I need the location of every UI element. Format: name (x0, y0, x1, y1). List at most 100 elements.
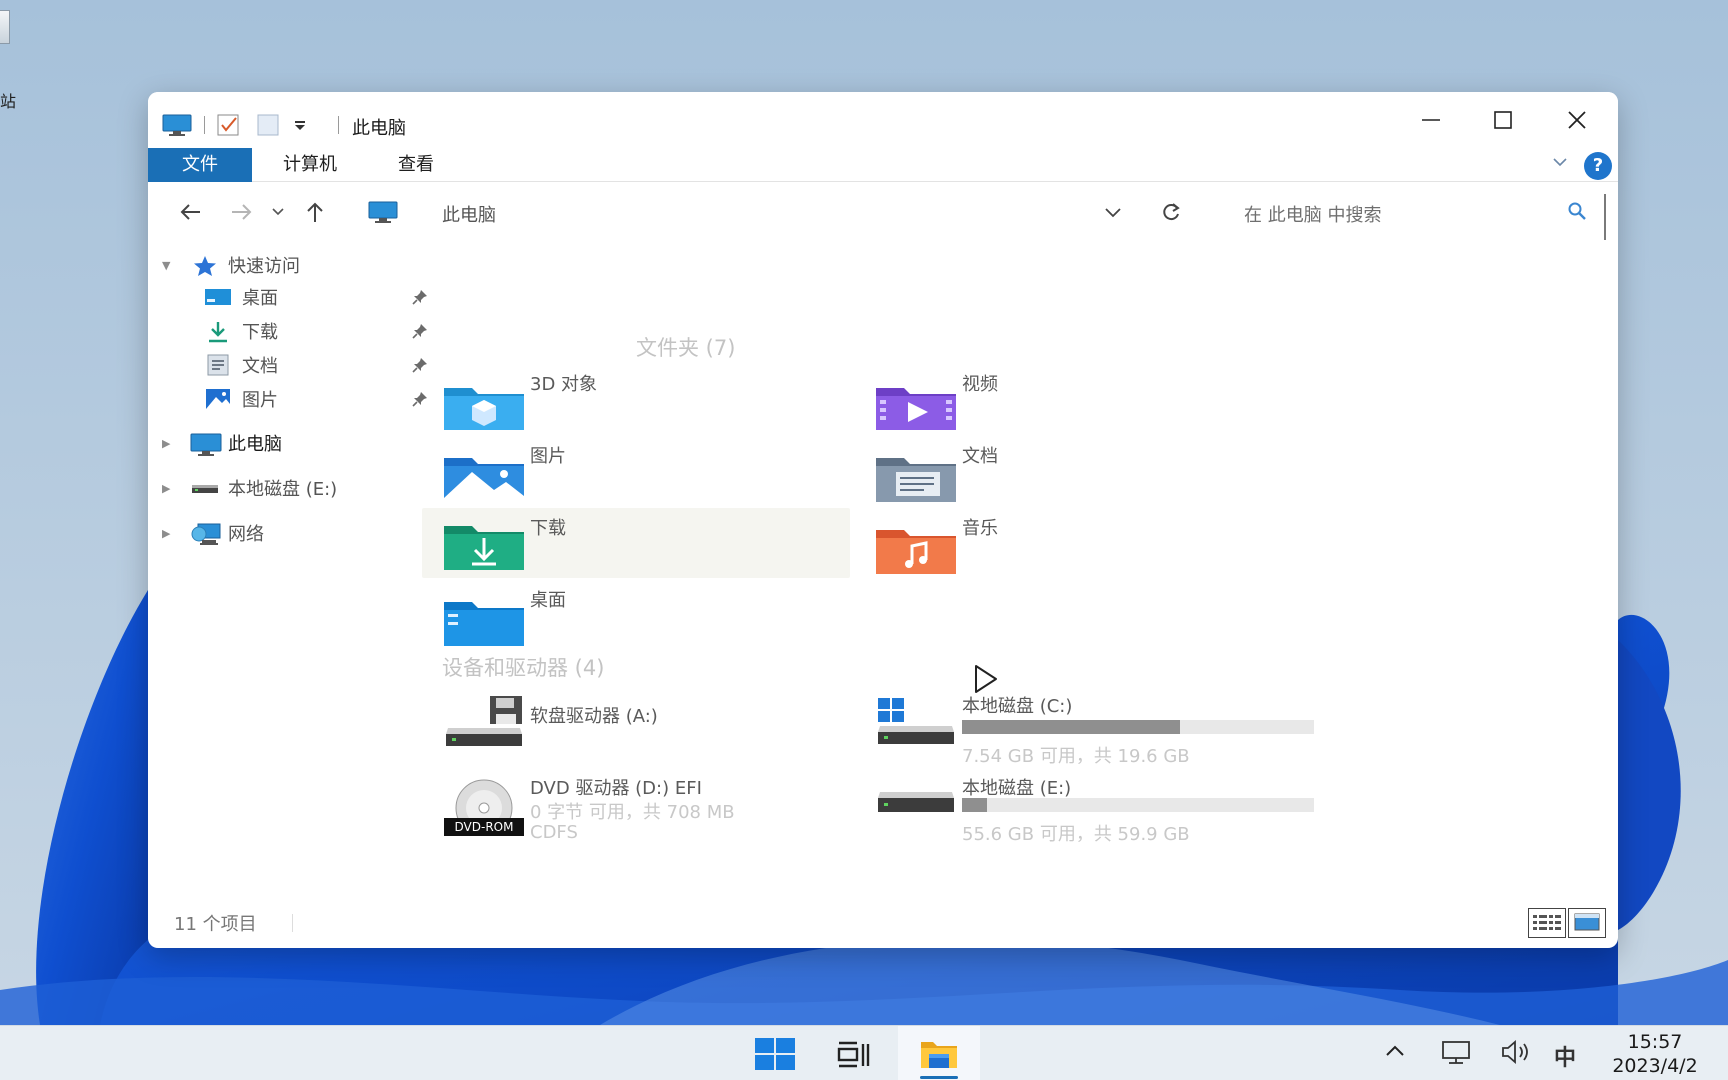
refresh-icon (1163, 203, 1180, 221)
details-view-button[interactable] (1528, 908, 1566, 938)
this-pc-app-icon (162, 112, 192, 138)
tab-computer[interactable]: 计算机 (252, 148, 368, 182)
sidebar-item-quick-access[interactable]: ▼ 快速访问 (148, 250, 448, 280)
properties-quick-button[interactable] (216, 112, 242, 138)
expand-arrow-icon[interactable]: ▶ (162, 437, 170, 450)
collapse-ribbon-button[interactable] (1552, 154, 1568, 174)
star-icon (192, 254, 220, 276)
network-icon (190, 522, 221, 545)
download-icon (204, 320, 232, 343)
desktop-icon-label: 站 (0, 92, 17, 111)
tab-file[interactable]: 文件 (148, 148, 252, 182)
pin-icon[interactable] (412, 357, 428, 373)
large-icons-view-icon (1574, 913, 1600, 931)
folder-downloads[interactable]: 下载 (422, 508, 850, 578)
chevron-down-icon (1553, 158, 1567, 167)
forward-button[interactable] (224, 198, 260, 226)
drive-floppy-a[interactable]: 软盘驱动器 (A:) (432, 692, 862, 762)
customize-quick-access-button[interactable] (292, 112, 308, 138)
system-clock[interactable]: 15:57 2023/4/2 (1600, 1030, 1710, 1078)
folder-pictures[interactable]: 图片 (432, 442, 862, 510)
recent-locations-button[interactable] (268, 198, 288, 226)
sidebar-item-pictures[interactable]: 图片 (148, 384, 448, 414)
hard-drive-icon (878, 792, 954, 812)
details-view-icon (1533, 915, 1561, 930)
network-status-button[interactable] (1440, 1038, 1472, 1071)
drive-name: 本地磁盘 (E:) (962, 778, 1072, 799)
chevron-down-icon (272, 208, 284, 216)
taskbar-file-explorer[interactable] (898, 1026, 980, 1080)
sidebar-item-label: 此电脑 (228, 434, 282, 455)
content-items: 3D 对象 视频 图片 文档 下载 音乐 桌面 设备和驱动器 (4) 软盘驱动器… (422, 240, 1602, 880)
ribbon: 文件 计算机 查看 ? (148, 148, 1618, 182)
folder-name: 音乐 (962, 518, 998, 539)
folder-music[interactable]: 音乐 (864, 514, 1294, 582)
pin-icon[interactable] (412, 323, 428, 339)
folder-3d-objects[interactable]: 3D 对象 (432, 370, 862, 438)
dvd-rom-badge: DVD-ROM (454, 820, 514, 834)
3d-objects-folder-icon (444, 388, 524, 430)
taskbar: 中 15:57 2023/4/2 (0, 1025, 1728, 1080)
drive-dvd-d[interactable]: DVD-ROM DVD 驱动器 (D:) EFI 0 字节 可用，共 708 M… (432, 774, 862, 864)
sidebar-item-this-pc[interactable]: ▶ 此电脑 (148, 428, 448, 458)
folder-name: 下载 (530, 518, 566, 539)
dropdown-arrow-icon (295, 121, 305, 130)
folder-documents[interactable]: 文档 (864, 442, 1294, 510)
tab-view[interactable]: 查看 (368, 148, 464, 182)
drive-usage-bar (962, 798, 1314, 812)
sidebar-item-local-disk-e[interactable]: ▶ 本地磁盘 (E:) (148, 473, 448, 503)
drive-name: DVD 驱动器 (D:) EFI (530, 778, 702, 799)
drive-local-c[interactable]: 本地磁盘 (C:) 7.54 GB 可用，共 19.6 GB (864, 692, 1314, 767)
drive-usage-fill (962, 798, 987, 812)
up-button[interactable] (298, 198, 332, 226)
minimize-button[interactable] (1396, 100, 1466, 140)
file-explorer-icon (921, 1041, 957, 1068)
expand-arrow-icon[interactable]: ▶ (162, 527, 170, 540)
task-view-button[interactable] (822, 1026, 884, 1080)
arrow-right-icon (232, 204, 252, 220)
pin-icon[interactable] (412, 391, 428, 407)
help-button[interactable]: ? (1584, 152, 1612, 180)
expand-arrow-icon[interactable]: ▼ (162, 259, 170, 272)
pin-icon[interactable] (412, 289, 428, 305)
maximize-button[interactable] (1468, 100, 1538, 140)
desktop-icon (204, 286, 232, 308)
large-icons-view-button[interactable] (1568, 908, 1606, 938)
search-input[interactable]: 在 此电脑 中搜索 (1244, 201, 1381, 227)
floppy-drive-icon (446, 696, 522, 746)
sidebar-item-label: 本地磁盘 (E:) (228, 479, 338, 500)
start-button[interactable] (744, 1026, 806, 1080)
back-button[interactable] (172, 198, 208, 226)
folder-videos[interactable]: 视频 (864, 370, 1294, 438)
close-button[interactable] (1542, 100, 1612, 140)
sidebar-item-network[interactable]: ▶ 网络 (148, 518, 448, 548)
this-pc-icon (190, 432, 222, 456)
devices-group-header[interactable]: 设备和驱动器 (4) (442, 652, 604, 682)
show-hidden-icons-button[interactable] (1384, 1040, 1406, 1067)
sidebar-item-desktop[interactable]: 桌面 (148, 282, 448, 312)
drive-usage-fill (962, 720, 1181, 734)
folder-desktop[interactable]: 桌面 (432, 586, 862, 654)
new-folder-quick-button[interactable] (256, 112, 280, 138)
clock-date: 2023/4/2 (1612, 1055, 1698, 1077)
videos-folder-icon (876, 388, 956, 430)
close-icon (1568, 111, 1586, 129)
drive-local-e[interactable]: 本地磁盘 (E:) 55.6 GB 可用，共 59.9 GB (864, 774, 1314, 854)
sidebar-item-label: 文档 (242, 356, 278, 377)
address-history-button[interactable] (1100, 198, 1126, 226)
refresh-button[interactable] (1156, 198, 1186, 226)
drive-name: 软盘驱动器 (A:) (530, 706, 658, 727)
recycle-bin-icon (0, 10, 10, 44)
sidebar-item-downloads[interactable]: 下载 (148, 316, 448, 346)
sidebar-item-documents[interactable]: 文档 (148, 350, 448, 380)
input-method-indicator[interactable]: 中 (1554, 1040, 1576, 1072)
expand-arrow-icon[interactable]: ▶ (162, 482, 170, 495)
volume-button[interactable] (1500, 1038, 1534, 1071)
windows-logo-icon (755, 1037, 795, 1070)
arrow-up-icon (307, 202, 323, 222)
search-icon[interactable] (1566, 200, 1588, 222)
address-path[interactable]: 此电脑 (442, 201, 496, 227)
desktop-folder-icon (444, 602, 524, 646)
sidebar-item-label: 桌面 (242, 288, 278, 309)
desktop-recycle-bin[interactable]: 站 (0, 10, 16, 111)
